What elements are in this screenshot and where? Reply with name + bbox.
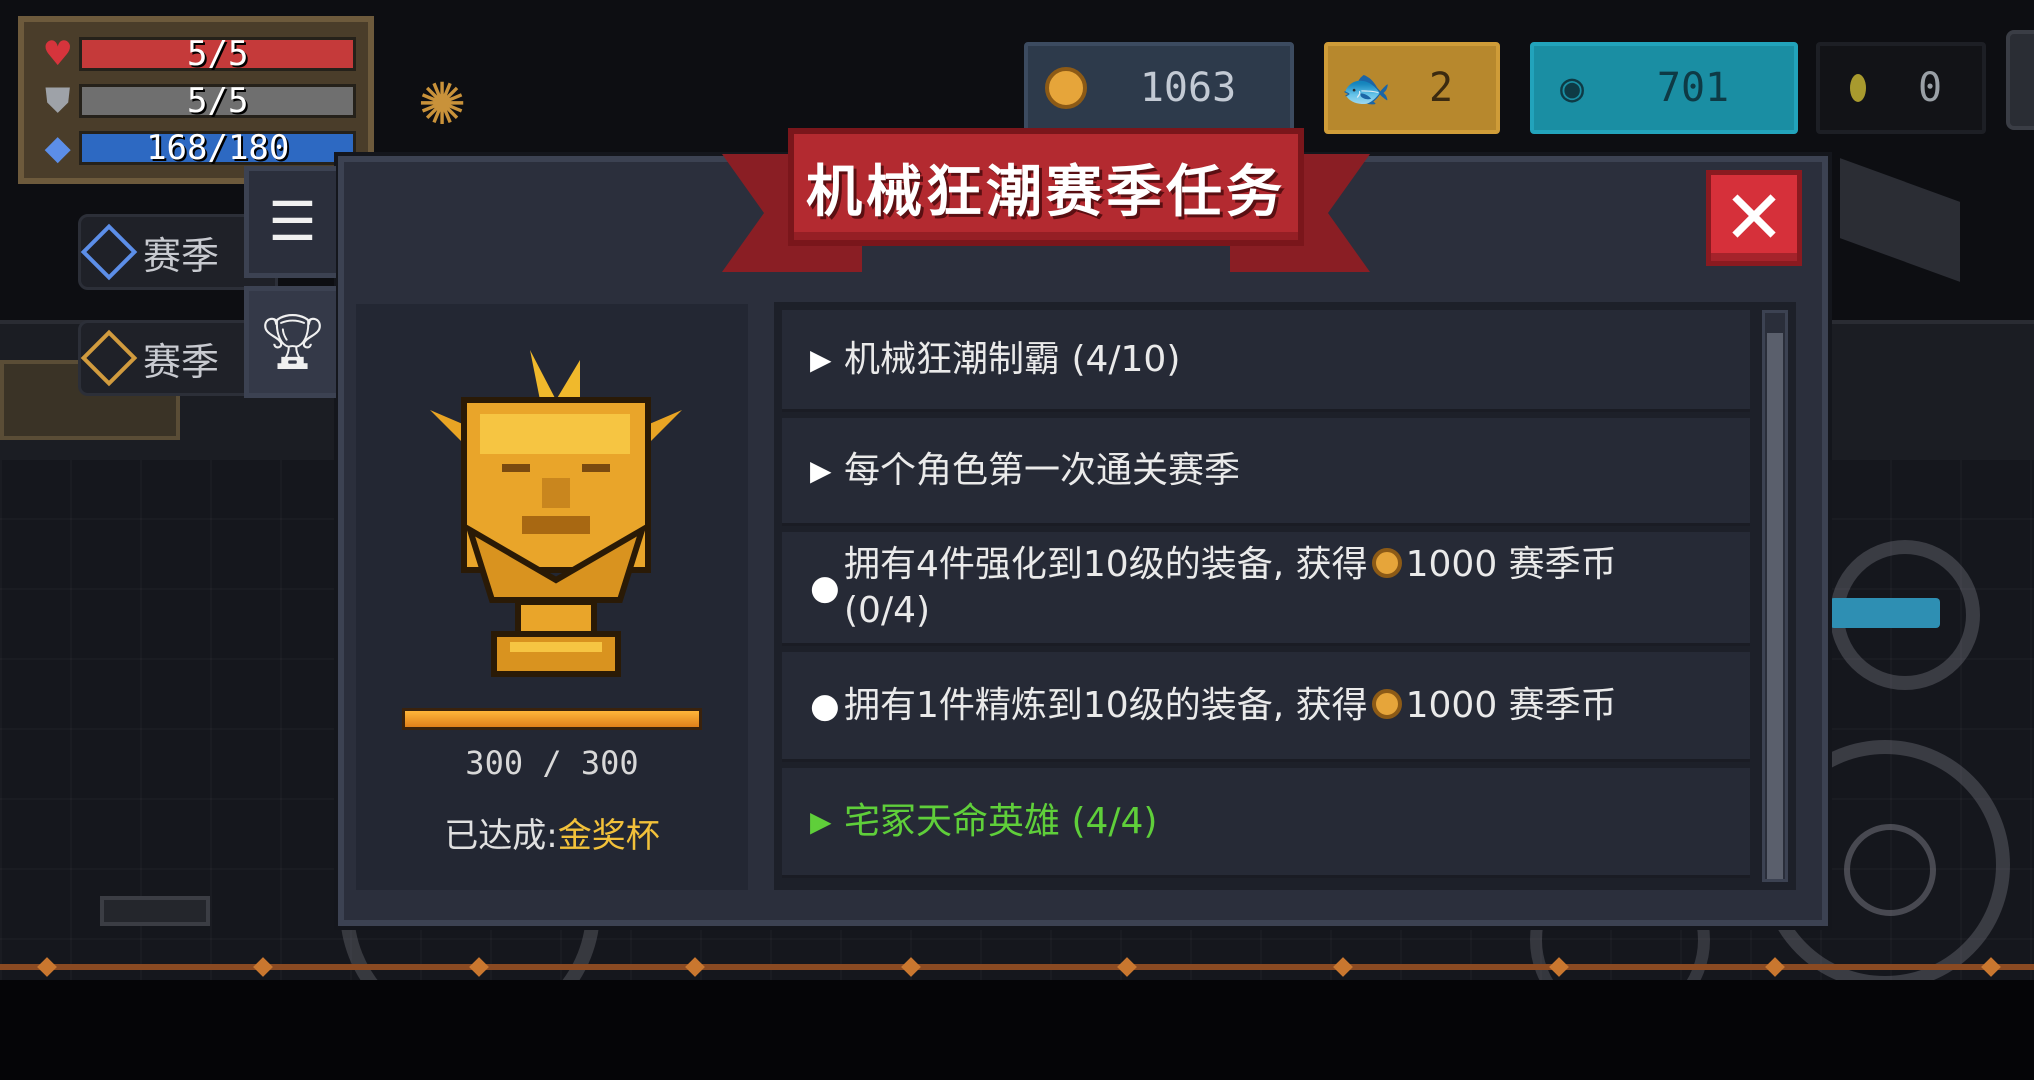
bullet-icon: ● xyxy=(810,685,840,726)
expand-arrow-icon: ▶ xyxy=(810,805,832,838)
gem-value: 701 xyxy=(1656,65,1730,111)
mission-item[interactable]: ▶ 每个角色第一次通关赛季 xyxy=(782,418,1750,526)
menu-edge-button[interactable] xyxy=(2006,30,2034,130)
achieved-line: 已达成:金奖杯 xyxy=(356,808,748,857)
expand-arrow-icon: ▶ xyxy=(810,454,832,487)
achieved-label: 已达成: xyxy=(444,816,558,856)
player-status-panel: ♥ 5/5 ⛊ 5/5 ◆ 168/180 xyxy=(18,16,374,184)
fish-icon: 🐟 xyxy=(1341,65,1391,112)
season-diamond-icon xyxy=(80,223,138,281)
expand-arrow-icon: ▶ xyxy=(810,343,832,376)
tab-trophy[interactable]: 🏆︎ xyxy=(244,286,336,398)
season-coin-icon xyxy=(1371,688,1402,719)
coin-value: 1063 xyxy=(1139,65,1237,111)
mission-text: 拥有1件精炼到10级的装备, 获得 1000 赛季币 xyxy=(844,683,1617,729)
trophy-progress-fill xyxy=(405,711,699,727)
gem-counter[interactable]: ◉ 701 xyxy=(1530,42,1798,134)
mission-scrollbar[interactable] xyxy=(1762,310,1788,882)
list-icon: ☰ xyxy=(268,190,317,253)
season-button-label: 赛季 xyxy=(143,233,220,278)
tab-mission-list[interactable]: ☰ xyxy=(244,166,336,278)
title-banner: 机械狂潮赛季任务 xyxy=(722,128,1370,292)
hp-bar: 5/5 xyxy=(79,34,356,74)
trophy-panel: 300 / 300 已达成:金奖杯 xyxy=(356,304,748,890)
bullet-icon: ● xyxy=(810,567,840,608)
close-button[interactable]: ✕ xyxy=(1706,170,1802,266)
weapon-icon xyxy=(1830,598,1940,628)
buff-gear-icon[interactable]: ✺ xyxy=(400,62,484,146)
mission-text: 每个角色第一次通关赛季 xyxy=(844,449,1241,491)
mission-item[interactable]: ● 拥有1件精炼到10级的装备, 获得 1000 赛季币 xyxy=(782,652,1750,762)
mission-text-before: 拥有1件精炼到10级的装备, 获得 xyxy=(844,684,1368,726)
heart-icon: ♥ xyxy=(42,34,73,74)
coin-counter[interactable]: 1063 xyxy=(1024,42,1294,134)
mission-text: 机械狂潮制霸 (4/10) xyxy=(844,338,1181,380)
mission-list[interactable]: ▶ 机械狂潮制霸 (4/10) ▶ 每个角色第一次通关赛季 ● 拥有4件强化到1… xyxy=(774,302,1796,890)
mission-item-completed[interactable]: ▶ 宅冢天命英雄 (4/4) xyxy=(782,768,1750,878)
armor-bar: 5/5 xyxy=(79,81,356,121)
gold-trophy-icon xyxy=(430,340,682,684)
mission-text-before: 拥有4件强化到10级的装备, 获得 xyxy=(844,543,1368,585)
scrollbar-thumb[interactable] xyxy=(1767,333,1783,879)
trophy-progress-text: 300 / 300 xyxy=(465,744,639,782)
seed-counter[interactable]: 0 xyxy=(1816,42,1986,134)
scene-bench xyxy=(100,896,210,926)
seed-value: 0 xyxy=(1917,65,1943,111)
mission-text: 宅冢天命英雄 (4/4) xyxy=(844,800,1158,842)
mission-reward: 1000 赛季币 xyxy=(1405,684,1617,726)
energy-bar: 168/180 xyxy=(79,128,356,168)
shield-icon: ⛊ xyxy=(44,81,71,121)
seed-icon xyxy=(1820,74,1896,102)
coin-icon xyxy=(1028,67,1104,109)
season-diamond-icon xyxy=(80,329,138,387)
fish-value: 2 xyxy=(1428,65,1454,111)
mission-item[interactable]: ● 拥有4件强化到10级的装备, 获得 1000 赛季币 (0/4) xyxy=(782,532,1750,646)
hp-row: ♥ 5/5 xyxy=(36,32,356,76)
achieved-value: 金奖杯 xyxy=(557,816,660,856)
season-coin-icon xyxy=(1371,547,1402,578)
trophy-progress-bar xyxy=(402,708,702,730)
dialog-tabs: ☰ 🏆︎ xyxy=(244,166,336,406)
mission-progress: (0/4) xyxy=(844,589,931,631)
mission-item[interactable]: ▶ 机械狂潮制霸 (4/10) xyxy=(782,310,1750,412)
energy-gem-icon: ◆ xyxy=(44,128,71,168)
fish-counter[interactable]: 🐟 2 xyxy=(1324,42,1500,134)
floor-rail-studs xyxy=(0,956,2034,978)
mission-reward: 1000 赛季币 xyxy=(1405,543,1617,585)
energy-row: ◆ 168/180 xyxy=(36,126,356,170)
eye-gem-icon: ◉ xyxy=(1559,65,1585,111)
season-button-label: 赛季 xyxy=(143,339,220,384)
dialog-title: 机械狂潮赛季任务 xyxy=(788,128,1304,246)
scene-floor-shadow xyxy=(0,980,2034,1080)
mission-text: 拥有4件强化到10级的装备, 获得 1000 赛季币 (0/4) xyxy=(844,542,1617,634)
armor-row: ⛊ 5/5 xyxy=(36,79,356,123)
trophy-icon: 🏆︎ xyxy=(258,310,327,373)
close-icon: ✕ xyxy=(1722,175,1785,261)
